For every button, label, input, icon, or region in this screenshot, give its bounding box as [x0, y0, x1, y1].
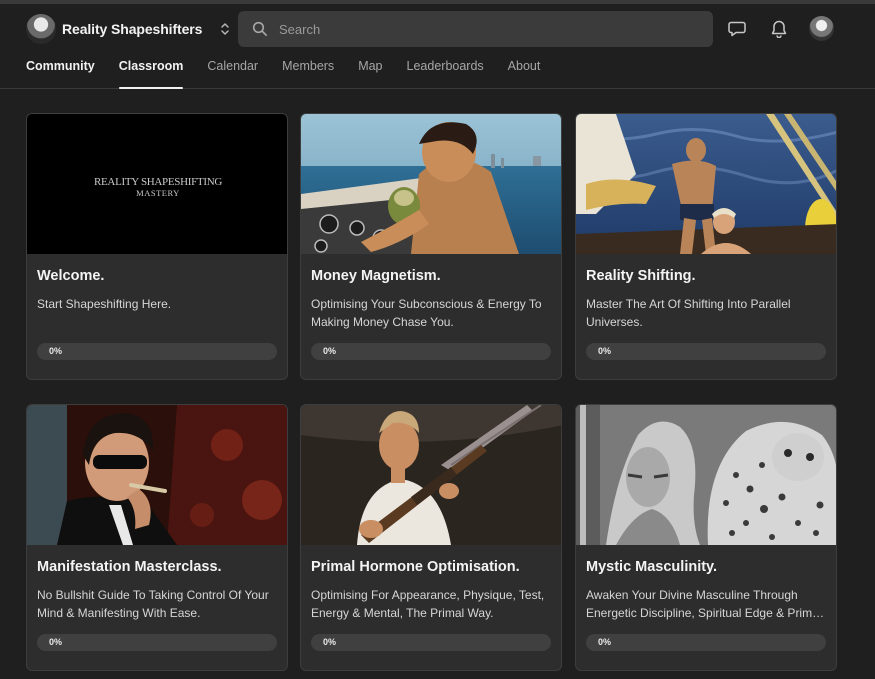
progress-label: 0% [323, 346, 337, 356]
progress-label: 0% [598, 637, 612, 647]
search-input[interactable] [279, 21, 679, 37]
course-description: Master The Art Of Shifting Into Parallel… [586, 297, 791, 329]
course-title: Welcome. [37, 268, 105, 284]
course-description: Awaken Your Divine Masculine Through Ene… [586, 588, 822, 620]
course-description: Optimising For Appearance, Physique, Tes… [311, 588, 545, 620]
bell-icon[interactable] [768, 18, 790, 40]
site-header: Reality Shapeshifters Community Classroo… [0, 4, 875, 89]
course-title: Reality Shifting. [586, 268, 696, 284]
progress-label: 0% [598, 346, 612, 356]
tab-community[interactable]: Community [26, 54, 95, 89]
chat-icon[interactable] [726, 18, 748, 40]
course-description: Start Shapeshifting Here. [37, 297, 172, 311]
user-avatar[interactable] [809, 16, 834, 41]
course-thumbnail [27, 405, 287, 545]
progress-label: 0% [49, 637, 63, 647]
search-icon [252, 21, 267, 36]
progress-bar: 0% [311, 634, 551, 651]
tab-map[interactable]: Map [358, 54, 382, 89]
course-card[interactable]: Manifestation Masterclass. No Bullshit G… [26, 404, 288, 671]
progress-label: 0% [323, 637, 337, 647]
progress-bar: 0% [37, 634, 277, 651]
course-card[interactable]: Reality Shifting. Master The Art Of Shif… [575, 113, 837, 380]
group-avatar [26, 14, 56, 44]
course-title: Money Magnetism. [311, 268, 441, 284]
thumbnail-title: REALITY SHAPESHIFTING [94, 176, 222, 188]
progress-label: 0% [49, 346, 63, 356]
thumbnail-subtitle: MASTERY [136, 188, 180, 198]
course-title: Manifestation Masterclass. [37, 559, 222, 575]
course-card[interactable]: Primal Hormone Optimisation. Optimising … [300, 404, 562, 671]
course-card[interactable]: Money Magnetism. Optimising Your Subcons… [300, 113, 562, 380]
course-card[interactable]: Mystic Masculinity. Awaken Your Divine M… [575, 404, 837, 671]
tab-about[interactable]: About [508, 54, 541, 89]
course-thumbnail [576, 114, 836, 259]
progress-bar: 0% [586, 634, 826, 651]
course-thumbnail [576, 405, 836, 545]
course-description: No Bullshit Guide To Taking Control Of Y… [37, 588, 269, 620]
tab-members[interactable]: Members [282, 54, 334, 89]
tab-calendar[interactable]: Calendar [207, 54, 258, 89]
progress-bar: 0% [586, 343, 826, 360]
group-name: Reality Shapeshifters [62, 21, 203, 37]
group-switcher[interactable]: Reality Shapeshifters [26, 14, 232, 44]
chevron-up-down-icon[interactable] [218, 19, 232, 39]
tab-leaderboards[interactable]: Leaderboards [407, 54, 484, 89]
tab-classroom[interactable]: Classroom [118, 54, 183, 89]
search-bar[interactable] [238, 11, 713, 47]
course-card[interactable]: REALITY SHAPESHIFTING MASTERY Welcome. S… [26, 113, 288, 380]
course-title: Primal Hormone Optimisation. [311, 559, 520, 575]
course-thumbnail: REALITY SHAPESHIFTING MASTERY [27, 114, 287, 254]
course-thumbnail [301, 114, 561, 254]
progress-bar: 0% [37, 343, 277, 360]
course-description: Optimising Your Subconscious & Energy To… [311, 297, 542, 329]
main-nav: Community Classroom Calendar Members Map… [26, 54, 564, 89]
course-thumbnail [301, 405, 561, 545]
progress-bar: 0% [311, 343, 551, 360]
course-title: Mystic Masculinity. [586, 559, 718, 575]
